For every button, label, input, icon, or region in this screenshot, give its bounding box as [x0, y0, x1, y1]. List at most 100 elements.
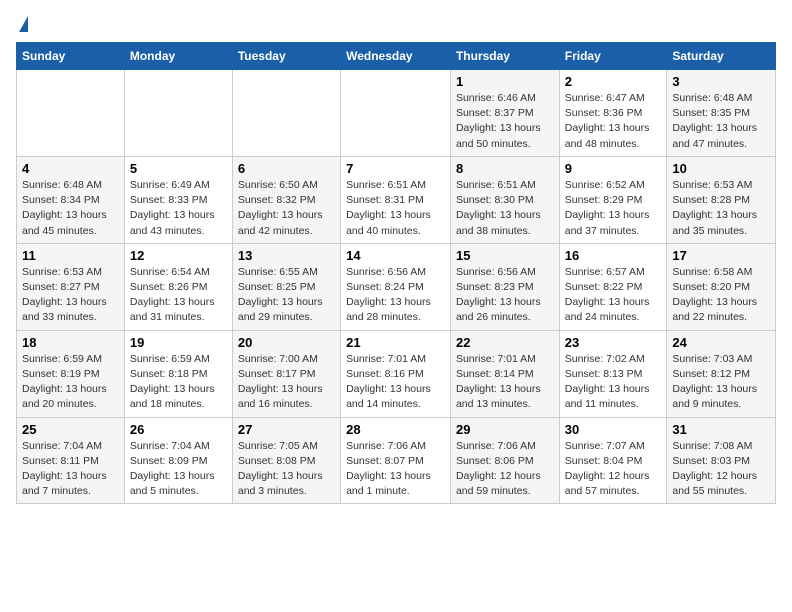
calendar-cell: 2 Sunrise: 6:47 AM Sunset: 8:36 PM Daylig… [559, 70, 667, 157]
day-info: Sunrise: 6:54 AM Sunset: 8:26 PM Dayligh… [130, 266, 215, 324]
day-info: Sunrise: 7:08 AM Sunset: 8:03 PM Dayligh… [672, 440, 757, 498]
day-number: 29 [456, 422, 554, 437]
day-of-week-header: Thursday [450, 43, 559, 70]
calendar-cell: 3 Sunrise: 6:48 AM Sunset: 8:35 PM Daylig… [667, 70, 776, 157]
calendar-cell: 5 Sunrise: 6:49 AM Sunset: 8:33 PM Daylig… [124, 156, 232, 243]
calendar-cell: 26 Sunrise: 7:04 AM Sunset: 8:09 PM Dayli… [124, 417, 232, 504]
calendar-cell: 9 Sunrise: 6:52 AM Sunset: 8:29 PM Daylig… [559, 156, 667, 243]
day-number: 27 [238, 422, 335, 437]
day-info: Sunrise: 7:01 AM Sunset: 8:16 PM Dayligh… [346, 353, 431, 411]
day-info: Sunrise: 7:06 AM Sunset: 8:06 PM Dayligh… [456, 440, 541, 498]
day-info: Sunrise: 6:46 AM Sunset: 8:37 PM Dayligh… [456, 92, 541, 150]
day-number: 28 [346, 422, 445, 437]
day-info: Sunrise: 6:47 AM Sunset: 8:36 PM Dayligh… [565, 92, 650, 150]
day-number: 4 [22, 161, 119, 176]
day-info: Sunrise: 7:04 AM Sunset: 8:09 PM Dayligh… [130, 440, 215, 498]
day-number: 20 [238, 335, 335, 350]
calendar-cell: 1 Sunrise: 6:46 AM Sunset: 8:37 PM Daylig… [450, 70, 559, 157]
logo-triangle-icon [19, 16, 28, 32]
day-info: Sunrise: 6:51 AM Sunset: 8:30 PM Dayligh… [456, 179, 541, 237]
day-info: Sunrise: 6:53 AM Sunset: 8:27 PM Dayligh… [22, 266, 107, 324]
calendar-cell: 8Sunrise: 6:51 AM Sunset: 8:30 PM Daylig… [450, 156, 559, 243]
day-number: 15 [456, 248, 554, 263]
page-header [16, 16, 776, 34]
calendar-cell: 18 Sunrise: 6:59 AM Sunset: 8:19 PM Dayli… [17, 330, 125, 417]
day-number: 25 [22, 422, 119, 437]
day-number: 14 [346, 248, 445, 263]
day-number: 22 [456, 335, 554, 350]
calendar-cell: 17Sunrise: 6:58 AM Sunset: 8:20 PM Dayli… [667, 243, 776, 330]
day-info: Sunrise: 6:56 AM Sunset: 8:23 PM Dayligh… [456, 266, 541, 324]
calendar-cell: 7 Sunrise: 6:51 AM Sunset: 8:31 PM Daylig… [341, 156, 451, 243]
calendar-week-row: 25 Sunrise: 7:04 AM Sunset: 8:11 PM Dayli… [17, 417, 776, 504]
day-info: Sunrise: 6:59 AM Sunset: 8:18 PM Dayligh… [130, 353, 215, 411]
day-of-week-header: Friday [559, 43, 667, 70]
calendar-cell: 11 Sunrise: 6:53 AM Sunset: 8:27 PM Dayli… [17, 243, 125, 330]
logo [16, 16, 28, 34]
day-info: Sunrise: 7:03 AM Sunset: 8:12 PM Dayligh… [672, 353, 757, 411]
calendar-cell: 22 Sunrise: 7:01 AM Sunset: 8:14 PM Dayli… [450, 330, 559, 417]
day-info: Sunrise: 7:02 AM Sunset: 8:13 PM Dayligh… [565, 353, 650, 411]
day-info: Sunrise: 7:07 AM Sunset: 8:04 PM Dayligh… [565, 440, 650, 498]
calendar-cell: 15 Sunrise: 6:56 AM Sunset: 8:23 PM Dayli… [450, 243, 559, 330]
day-number: 5 [130, 161, 227, 176]
calendar-week-row: 11 Sunrise: 6:53 AM Sunset: 8:27 PM Dayli… [17, 243, 776, 330]
day-of-week-header: Monday [124, 43, 232, 70]
day-number: 10 [672, 161, 770, 176]
day-number: 6 [238, 161, 335, 176]
day-info: Sunrise: 6:51 AM Sunset: 8:31 PM Dayligh… [346, 179, 431, 237]
calendar-cell: 20 Sunrise: 7:00 AM Sunset: 8:17 PM Dayli… [232, 330, 340, 417]
calendar-cell: 23 Sunrise: 7:02 AM Sunset: 8:13 PM Dayli… [559, 330, 667, 417]
calendar-header-row: SundayMondayTuesdayWednesdayThursdayFrid… [17, 43, 776, 70]
day-number: 31 [672, 422, 770, 437]
calendar-cell: 4Sunrise: 6:48 AM Sunset: 8:34 PM Daylig… [17, 156, 125, 243]
day-info: Sunrise: 6:59 AM Sunset: 8:19 PM Dayligh… [22, 353, 107, 411]
day-number: 1 [456, 74, 554, 89]
calendar-cell: 29 Sunrise: 7:06 AM Sunset: 8:06 PM Dayli… [450, 417, 559, 504]
calendar-cell: 25 Sunrise: 7:04 AM Sunset: 8:11 PM Dayli… [17, 417, 125, 504]
day-info: Sunrise: 6:52 AM Sunset: 8:29 PM Dayligh… [565, 179, 650, 237]
day-number: 21 [346, 335, 445, 350]
day-number: 13 [238, 248, 335, 263]
day-number: 17 [672, 248, 770, 263]
day-info: Sunrise: 7:05 AM Sunset: 8:08 PM Dayligh… [238, 440, 323, 498]
day-of-week-header: Wednesday [341, 43, 451, 70]
day-info: Sunrise: 6:48 AM Sunset: 8:35 PM Dayligh… [672, 92, 757, 150]
calendar-cell: 28 Sunrise: 7:06 AM Sunset: 8:07 PM Dayli… [341, 417, 451, 504]
calendar-cell: 10Sunrise: 6:53 AM Sunset: 8:28 PM Dayli… [667, 156, 776, 243]
day-number: 16 [565, 248, 662, 263]
day-number: 7 [346, 161, 445, 176]
day-number: 12 [130, 248, 227, 263]
day-number: 11 [22, 248, 119, 263]
day-info: Sunrise: 6:50 AM Sunset: 8:32 PM Dayligh… [238, 179, 323, 237]
day-number: 26 [130, 422, 227, 437]
calendar-week-row: 1 Sunrise: 6:46 AM Sunset: 8:37 PM Daylig… [17, 70, 776, 157]
day-info: Sunrise: 7:06 AM Sunset: 8:07 PM Dayligh… [346, 440, 431, 498]
day-of-week-header: Sunday [17, 43, 125, 70]
calendar-cell [341, 70, 451, 157]
calendar-cell: 31 Sunrise: 7:08 AM Sunset: 8:03 PM Dayli… [667, 417, 776, 504]
day-number: 2 [565, 74, 662, 89]
calendar-cell [124, 70, 232, 157]
calendar-cell: 27 Sunrise: 7:05 AM Sunset: 8:08 PM Dayli… [232, 417, 340, 504]
day-info: Sunrise: 7:04 AM Sunset: 8:11 PM Dayligh… [22, 440, 107, 498]
day-info: Sunrise: 7:00 AM Sunset: 8:17 PM Dayligh… [238, 353, 323, 411]
calendar-cell: 6 Sunrise: 6:50 AM Sunset: 8:32 PM Daylig… [232, 156, 340, 243]
day-info: Sunrise: 7:01 AM Sunset: 8:14 PM Dayligh… [456, 353, 541, 411]
day-of-week-header: Saturday [667, 43, 776, 70]
day-number: 30 [565, 422, 662, 437]
day-info: Sunrise: 6:57 AM Sunset: 8:22 PM Dayligh… [565, 266, 650, 324]
day-number: 9 [565, 161, 662, 176]
calendar-cell: 14 Sunrise: 6:56 AM Sunset: 8:24 PM Dayli… [341, 243, 451, 330]
day-info: Sunrise: 6:49 AM Sunset: 8:33 PM Dayligh… [130, 179, 215, 237]
calendar-cell [17, 70, 125, 157]
day-of-week-header: Tuesday [232, 43, 340, 70]
day-number: 3 [672, 74, 770, 89]
day-number: 23 [565, 335, 662, 350]
day-number: 18 [22, 335, 119, 350]
day-info: Sunrise: 6:56 AM Sunset: 8:24 PM Dayligh… [346, 266, 431, 324]
calendar-week-row: 4Sunrise: 6:48 AM Sunset: 8:34 PM Daylig… [17, 156, 776, 243]
calendar-cell: 19Sunrise: 6:59 AM Sunset: 8:18 PM Dayli… [124, 330, 232, 417]
calendar-table: SundayMondayTuesdayWednesdayThursdayFrid… [16, 42, 776, 504]
calendar-cell: 30 Sunrise: 7:07 AM Sunset: 8:04 PM Dayli… [559, 417, 667, 504]
